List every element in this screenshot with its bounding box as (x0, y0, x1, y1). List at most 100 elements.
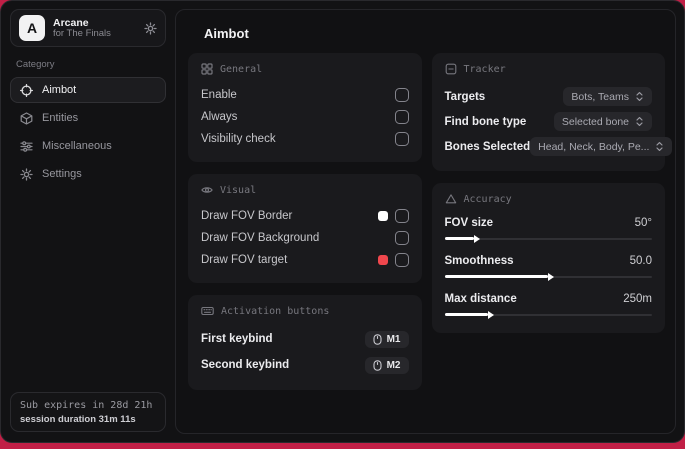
card-visual: Visual Draw FOV Border Draw FOV Backgrou… (188, 174, 422, 283)
targets-select[interactable]: Bots, Teams (563, 87, 652, 106)
sidebar-item-label: Settings (42, 168, 82, 180)
setting-row-second-keybind: Second keybind M2 (201, 352, 409, 378)
second-keybind-button[interactable]: M2 (364, 356, 409, 374)
setting-row-fov-background: Draw FOV Background (201, 227, 409, 249)
crosshair-icon (20, 83, 33, 97)
setting-row-always: Always (201, 106, 409, 128)
setting-value: 50° (634, 216, 652, 229)
bones-selected-select[interactable]: Head, Neck, Body, Pe... (530, 137, 673, 156)
keybind-value: M1 (386, 333, 401, 345)
app-logo: A (19, 15, 45, 41)
sub-expiry-text: Sub expires in 28d 21h (20, 400, 153, 411)
color-swatch[interactable] (377, 211, 388, 221)
setting-row-fov-size: FOV size 50° (444, 214, 652, 243)
gear-icon[interactable] (144, 21, 157, 35)
eye-icon (201, 184, 213, 196)
setting-label: Enable (201, 89, 237, 101)
setting-label: Draw FOV Background (201, 232, 320, 244)
first-keybind-button[interactable]: M1 (364, 330, 409, 348)
max-distance-slider[interactable] (444, 310, 652, 319)
visibility-check-checkbox[interactable] (394, 132, 409, 146)
find-bone-type-select[interactable]: Selected bone (553, 112, 652, 131)
app-header-card: A Arcane for The Finals (10, 9, 166, 47)
app-window: A Arcane for The Finals Category Aimbot … (0, 0, 685, 443)
subscription-card: Sub expires in 28d 21h session duration … (10, 392, 166, 432)
card-title: General (220, 63, 263, 75)
fov-background-checkbox[interactable] (394, 231, 409, 245)
setting-row-enable: Enable (201, 84, 409, 106)
main-panel: Aimbot General Enable Always Visibility … (175, 9, 676, 434)
grid-icon (201, 63, 213, 75)
card-title: Visual (220, 184, 257, 196)
smoothness-slider[interactable] (444, 272, 652, 281)
gear-icon (20, 167, 33, 181)
fov-border-checkbox[interactable] (394, 209, 409, 223)
setting-label: FOV size (444, 216, 494, 229)
triangle-icon (445, 193, 457, 205)
fov-size-slider[interactable] (444, 234, 652, 243)
setting-label: Bones Selected (444, 140, 531, 153)
select-value: Selected bone (561, 115, 629, 128)
slider-thumb[interactable] (488, 310, 495, 319)
setting-label: First keybind (201, 333, 273, 345)
enable-checkbox[interactable] (394, 88, 409, 102)
setting-label: Draw FOV Border (201, 210, 293, 222)
sidebar-item-label: Miscellaneous (42, 140, 112, 152)
page-title: Aimbot (204, 26, 249, 41)
setting-label: Smoothness (444, 254, 514, 267)
sidebar-item-settings[interactable]: Settings (10, 161, 166, 187)
select-value: Head, Neck, Body, Pe... (538, 140, 650, 153)
setting-label: Max distance (444, 292, 517, 305)
slider-thumb[interactable] (548, 272, 555, 281)
sidebar: A Arcane for The Finals Category Aimbot … (1, 1, 175, 442)
sidebar-item-miscellaneous[interactable]: Miscellaneous (10, 133, 166, 159)
fov-target-checkbox[interactable] (394, 253, 409, 267)
setting-label: Draw FOV target (201, 254, 288, 266)
app-name: Arcane (53, 16, 89, 29)
always-checkbox[interactable] (394, 110, 409, 124)
card-tracker: Tracker Targets Bots, Teams Find bone ty… (431, 53, 673, 171)
color-swatch[interactable] (377, 255, 388, 265)
setting-row-fov-target: Draw FOV target (201, 249, 409, 271)
setting-row-find-bone-type: Find bone type Selected bone (444, 109, 652, 134)
cube-icon (20, 111, 33, 125)
setting-row-targets: Targets Bots, Teams (444, 84, 652, 109)
chevrons-up-down-icon (655, 141, 664, 152)
mouse-icon (373, 359, 382, 371)
card-title: Tracker (463, 63, 506, 75)
card-general: General Enable Always Visibility check (188, 53, 422, 162)
setting-row-smoothness: Smoothness 50.0 (444, 252, 652, 281)
setting-row-first-keybind: First keybind M1 (201, 326, 409, 352)
sidebar-item-label: Entities (42, 112, 79, 124)
select-value: Bots, Teams (571, 90, 629, 103)
setting-row-visibility-check: Visibility check (201, 128, 409, 150)
minus-square-icon (445, 63, 457, 75)
setting-label: Targets (444, 90, 486, 103)
sidebar-item-aimbot[interactable]: Aimbot (10, 77, 166, 103)
chevrons-up-down-icon (635, 116, 644, 127)
card-title: Activation buttons (221, 305, 330, 317)
setting-row-max-distance: Max distance 250m (444, 290, 652, 319)
setting-label: Find bone type (444, 115, 527, 128)
card-accuracy: Accuracy FOV size 50° Smoothness 50.0 Ma… (431, 183, 665, 333)
setting-row-bones-selected: Bones Selected Head, Neck, Body, Pe... (444, 134, 673, 159)
app-subtitle: for The Finals (53, 27, 111, 39)
mouse-icon (373, 333, 382, 345)
sidebar-nav: Aimbot Entities Miscellaneous Settings (10, 77, 166, 187)
sliders-icon (20, 140, 33, 153)
card-activation-buttons: Activation buttons First keybind M1 Seco… (188, 295, 422, 390)
setting-row-fov-border: Draw FOV Border (201, 205, 409, 227)
chevrons-up-down-icon (635, 91, 644, 102)
category-label: Category (16, 59, 55, 70)
sidebar-item-label: Aimbot (42, 84, 77, 96)
setting-label: Second keybind (201, 359, 290, 371)
card-title: Accuracy (463, 193, 512, 205)
session-duration-text: session duration 31m 11s (20, 414, 136, 425)
setting-label: Always (201, 111, 238, 123)
keybind-value: M2 (386, 359, 401, 371)
setting-value: 50.0 (629, 254, 652, 267)
keyboard-icon (201, 305, 214, 317)
sidebar-item-entities[interactable]: Entities (10, 105, 166, 131)
slider-thumb[interactable] (473, 234, 480, 243)
setting-value: 250m (623, 292, 652, 305)
